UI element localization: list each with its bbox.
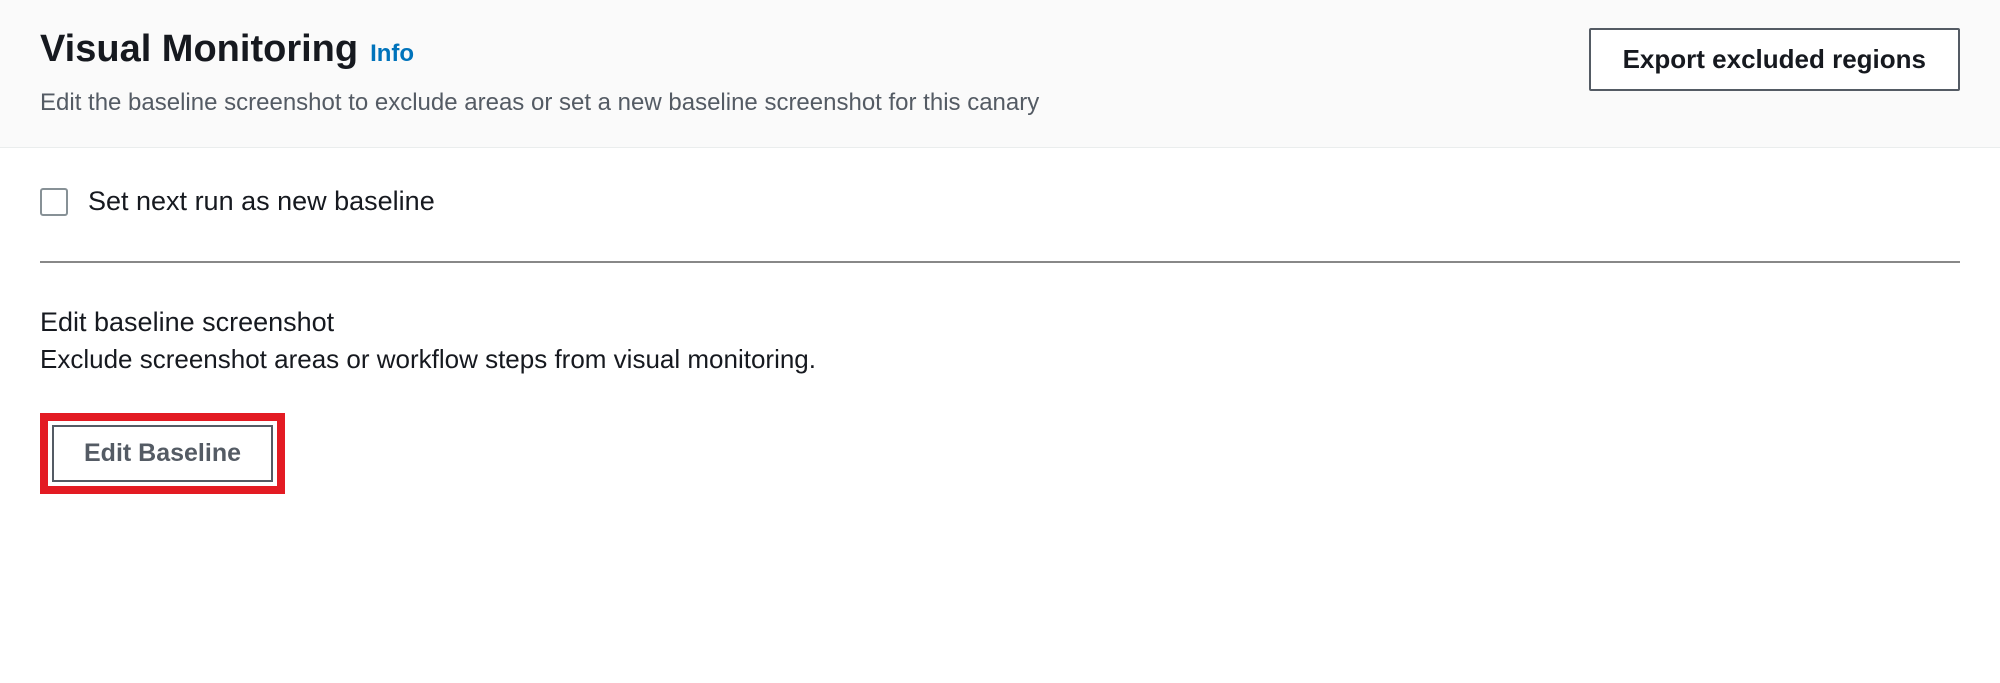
panel-body: Set next run as new baseline Edit baseli… <box>0 148 2000 532</box>
header-left: Visual Monitoring Info Edit the baseline… <box>40 28 1039 117</box>
title-row: Visual Monitoring Info <box>40 28 1039 71</box>
panel-title: Visual Monitoring <box>40 28 358 71</box>
edit-baseline-heading: Edit baseline screenshot <box>40 307 1960 338</box>
set-baseline-checkbox-row: Set next run as new baseline <box>40 186 1960 263</box>
set-baseline-checkbox-label[interactable]: Set next run as new baseline <box>88 186 435 217</box>
edit-baseline-highlight-box: Edit Baseline <box>40 413 285 494</box>
info-link[interactable]: Info <box>370 40 414 68</box>
export-excluded-regions-button[interactable]: Export excluded regions <box>1589 28 1960 91</box>
set-baseline-checkbox[interactable] <box>40 188 68 216</box>
panel-description: Edit the baseline screenshot to exclude … <box>40 89 1039 117</box>
edit-baseline-description: Exclude screenshot areas or workflow ste… <box>40 344 1960 375</box>
edit-baseline-button[interactable]: Edit Baseline <box>52 425 273 482</box>
panel-header: Visual Monitoring Info Edit the baseline… <box>0 0 2000 148</box>
